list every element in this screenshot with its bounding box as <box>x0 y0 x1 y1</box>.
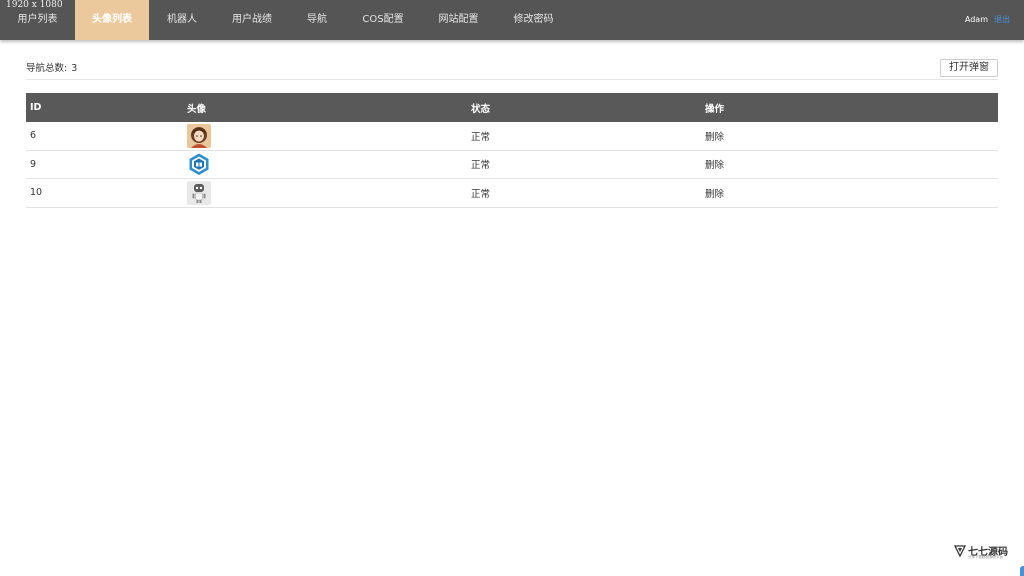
nav-item-navigation[interactable]: 导航 <box>289 0 345 40</box>
row-id: 6 <box>30 130 37 142</box>
avatar-cell <box>187 122 211 150</box>
summary-label: 导航总数: <box>26 63 68 74</box>
avatar-cell <box>187 179 211 207</box>
cube-logo-avatar-icon <box>187 152 211 177</box>
row-status: 正常 <box>471 188 491 200</box>
user-area: Adam 退出 <box>965 0 1010 40</box>
table-header: ID 头像 状态 操作 <box>26 93 998 122</box>
table-row: 9 正常 删除 <box>26 151 998 179</box>
delete-link[interactable]: 删除 <box>705 151 724 179</box>
corner-tab[interactable] <box>1020 566 1024 576</box>
row-status: 正常 <box>471 131 491 143</box>
nav-total-summary: 导航总数: 3 <box>26 60 77 74</box>
row-status: 正常 <box>471 160 491 172</box>
summary-count: 3 <box>71 63 78 74</box>
nav-item-cos-config[interactable]: COS配置 <box>345 0 421 40</box>
top-nav-bar: 1920 x 1080 用户列表 头像列表 机器人 用户战绩 导航 COS配置 … <box>0 0 1024 40</box>
nav-item-user-records[interactable]: 用户战绩 <box>215 0 289 40</box>
username: Adam <box>964 15 988 24</box>
table-row: 6 正常 删除 <box>26 122 998 151</box>
site-watermark: 七七源码 分享下载精品源码平台 <box>954 543 1016 563</box>
robot-avatar-icon <box>187 180 211 205</box>
watermark-tagline: 分享下载精品源码平台 <box>968 555 1003 559</box>
anime-girl-avatar-icon <box>187 123 211 148</box>
header-avatar: 头像 <box>187 103 207 115</box>
nav-item-user-list[interactable]: 用户列表 <box>0 0 75 40</box>
nav-item-site-config[interactable]: 网站配置 <box>421 0 496 40</box>
watermark-logo-icon <box>954 545 966 557</box>
nav-item-robot[interactable]: 机器人 <box>149 0 215 40</box>
nav-item-change-password[interactable]: 修改密码 <box>496 0 571 40</box>
logout-link[interactable]: 退出 <box>994 15 1010 24</box>
avatar-table: ID 头像 状态 操作 6 正常 删除 9 正常 删除 10 正常 删除 <box>26 93 998 208</box>
table-row: 10 正常 删除 <box>26 179 998 208</box>
delete-link[interactable]: 删除 <box>705 179 724 207</box>
header-action: 操作 <box>705 103 725 115</box>
avatar-cell <box>187 151 211 179</box>
open-dialog-button[interactable]: 打开弹窗 <box>940 59 998 77</box>
row-id: 10 <box>30 187 43 199</box>
nav-item-avatar-list[interactable]: 头像列表 <box>75 0 149 40</box>
header-status: 状态 <box>471 103 491 115</box>
header-id: ID <box>30 102 42 113</box>
delete-link[interactable]: 删除 <box>705 122 724 150</box>
divider <box>26 79 998 80</box>
row-id: 9 <box>30 158 37 170</box>
